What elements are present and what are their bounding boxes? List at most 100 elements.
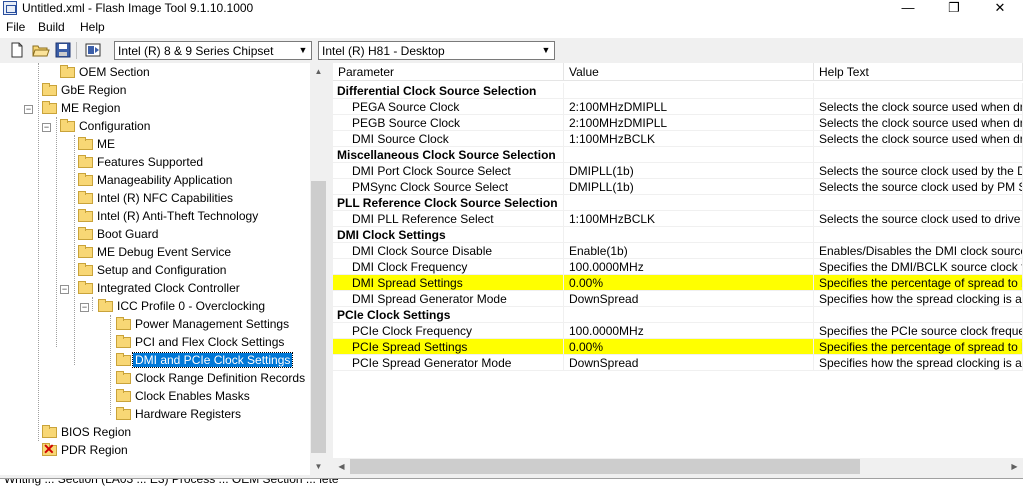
parameter-grid[interactable]: Parameter Value Help Text Differential C… — [333, 63, 1023, 475]
value-cell — [564, 227, 814, 243]
tree-item-label: OEM Section — [79, 65, 150, 79]
chipset-select[interactable]: Intel (R) 8 & 9 Series Chipset ▼ — [114, 41, 312, 60]
build-image-icon[interactable] — [84, 41, 102, 59]
collapse-icon[interactable]: − — [42, 123, 51, 132]
folder-icon — [42, 425, 57, 438]
sku-select[interactable]: Intel (R) H81 - Desktop ▼ — [318, 41, 555, 60]
table-row[interactable]: PMSync Clock Source Select DMIPLL(1b) Sele… — [333, 179, 1023, 195]
value-cell[interactable]: DMIPLL(1b) — [564, 163, 814, 179]
tree-item-label: PCI and Flex Clock Settings — [135, 335, 285, 349]
help-cell-text: Selects the clock source used when dri — [819, 132, 1023, 146]
table-row[interactable]: DMI Spread Generator Mode DownSpread Speci… — [333, 291, 1023, 307]
parameter-cell: Differential Clock Source Selection — [333, 83, 564, 99]
table-row[interactable]: DMI Spread Settings 0.00% Specifies the pe… — [333, 275, 1023, 291]
parameter-cell-text: DMI Spread Generator Mode — [352, 292, 507, 306]
parameter-cell-text: DMI Spread Settings — [352, 276, 463, 290]
section-header-row: Miscellaneous Clock Source Selection — [333, 147, 1023, 163]
new-file-icon[interactable] — [8, 41, 26, 59]
value-cell[interactable]: 2:100MHzDMIPLL — [564, 99, 814, 115]
tree-vertical-scrollbar[interactable]: ▲ ▼ — [310, 63, 327, 475]
help-cell: Specifies how the spread clocking is ap — [814, 291, 1023, 307]
value-cell[interactable]: 1:100MHzBCLK — [564, 211, 814, 227]
collapse-icon[interactable]: − — [60, 285, 69, 294]
parameter-cell: PEGB Source Clock — [333, 115, 564, 131]
folder-icon — [78, 227, 93, 240]
tree-item-label: ME Debug Event Service — [97, 245, 232, 259]
grid-horizontal-scrollbar[interactable]: ◀ ▶ — [333, 458, 1023, 475]
table-row[interactable]: PEGA Source Clock 2:100MHzDMIPLL Selects t… — [333, 99, 1023, 115]
close-button[interactable]: ✕ — [977, 0, 1023, 18]
parameter-cell-text: PLL Reference Clock Source Selection — [337, 196, 558, 210]
tree-item-label: DMI and PCIe Clock Settings — [131, 352, 294, 368]
tree-guide — [74, 135, 75, 365]
help-cell: Selects the source clock used by the DI — [814, 163, 1023, 179]
value-cell-text: DownSpread — [569, 292, 639, 306]
table-row[interactable]: PCIe Clock Frequency 100.0000MHz Specifies… — [333, 323, 1023, 339]
restore-button[interactable]: ❐ — [931, 0, 977, 18]
scroll-down-icon[interactable]: ▼ — [310, 458, 327, 475]
parameter-cell-text: PEGA Source Clock — [352, 100, 460, 114]
value-cell[interactable]: 2:100MHzDMIPLL — [564, 115, 814, 131]
value-cell-text: 2:100MHzDMIPLL — [569, 100, 668, 114]
folder-open-icon — [98, 299, 113, 312]
value-cell[interactable]: DownSpread — [564, 291, 814, 307]
menu-file[interactable]: File — [6, 20, 25, 34]
parameter-cell: DMI Clock Frequency — [333, 259, 564, 275]
value-cell[interactable]: 1:100MHzBCLK — [564, 131, 814, 147]
table-row[interactable]: DMI Port Clock Source Select DMIPLL(1b) Se… — [333, 163, 1023, 179]
value-cell[interactable]: 0.00% — [564, 275, 814, 291]
column-header-parameter[interactable]: Parameter — [333, 63, 564, 81]
help-cell — [814, 195, 1023, 211]
scrollbar-thumb[interactable] — [350, 459, 860, 474]
open-folder-icon[interactable] — [32, 41, 50, 59]
value-cell[interactable]: DMIPLL(1b) — [564, 179, 814, 195]
folder-open-icon — [42, 101, 57, 114]
menu-build[interactable]: Build — [38, 20, 65, 34]
parameter-cell: PLL Reference Clock Source Selection — [333, 195, 564, 211]
collapse-icon[interactable]: − — [80, 303, 89, 312]
help-cell — [814, 227, 1023, 243]
folder-icon — [116, 353, 131, 366]
toolbar-separator — [76, 42, 77, 59]
minimize-button[interactable]: — — [885, 0, 931, 18]
value-cell[interactable]: Enable(1b) — [564, 243, 814, 259]
folder-icon — [78, 209, 93, 222]
tree-item-label: Hardware Registers — [135, 407, 242, 421]
folder-icon — [116, 407, 131, 420]
table-row[interactable]: DMI Clock Frequency 100.0000MHz Specifies … — [333, 259, 1023, 275]
output-log: Writing ... Section (LA03 ... E3) Proces… — [0, 478, 1023, 492]
value-cell[interactable]: 100.0000MHz — [564, 323, 814, 339]
collapse-icon[interactable]: − — [24, 105, 33, 114]
scroll-left-icon[interactable]: ◀ — [333, 458, 350, 475]
tree-item-label: Intel (R) Anti-Theft Technology — [97, 209, 259, 223]
value-cell[interactable]: 100.0000MHz — [564, 259, 814, 275]
table-row[interactable]: PCIe Spread Generator Mode DownSpread Spec… — [333, 355, 1023, 371]
tree-view[interactable]: OEM Section GbE Region − ME Region − Con… — [0, 63, 328, 475]
value-cell-text: DMIPLL(1b) — [569, 164, 634, 178]
scroll-right-icon[interactable]: ▶ — [1006, 458, 1023, 475]
menu-help[interactable]: Help — [80, 20, 105, 34]
value-cell[interactable]: 0.00% — [564, 339, 814, 355]
scroll-up-icon[interactable]: ▲ — [310, 63, 327, 80]
table-row[interactable]: PCIe Spread Settings 0.00% Specifies the p… — [333, 339, 1023, 355]
column-header-value[interactable]: Value — [564, 63, 814, 81]
help-cell-text: Selects the source clock used to drive t — [819, 212, 1023, 226]
section-header-row: PLL Reference Clock Source Selection — [333, 195, 1023, 211]
window-title: Untitled.xml - Flash Image Tool 9.1.10.1… — [22, 1, 254, 15]
scrollbar-thumb[interactable] — [311, 181, 326, 453]
table-row[interactable]: PEGB Source Clock 2:100MHzDMIPLL Selects t… — [333, 115, 1023, 131]
parameter-cell-text: Differential Clock Source Selection — [337, 84, 537, 98]
tree-guide — [110, 315, 111, 415]
table-row[interactable]: DMI Source Clock 1:100MHzBCLK Selects the … — [333, 131, 1023, 147]
tree-item-label: ME — [97, 137, 115, 151]
tree-item-label: Integrated Clock Controller — [97, 281, 240, 295]
value-cell[interactable]: DownSpread — [564, 355, 814, 371]
table-row[interactable]: DMI Clock Source Disable Enable(1b) Enable… — [333, 243, 1023, 259]
column-header-help[interactable]: Help Text — [814, 63, 1023, 81]
save-icon[interactable] — [54, 41, 72, 59]
table-row[interactable]: DMI PLL Reference Select 1:100MHzBCLK Sele… — [333, 211, 1023, 227]
parameter-cell: PCIe Spread Settings — [333, 339, 564, 355]
value-cell-text: 100.0000MHz — [569, 324, 644, 338]
help-cell: Selects the source clock used to drive t — [814, 211, 1023, 227]
parameter-cell: PCIe Clock Settings — [333, 307, 564, 323]
